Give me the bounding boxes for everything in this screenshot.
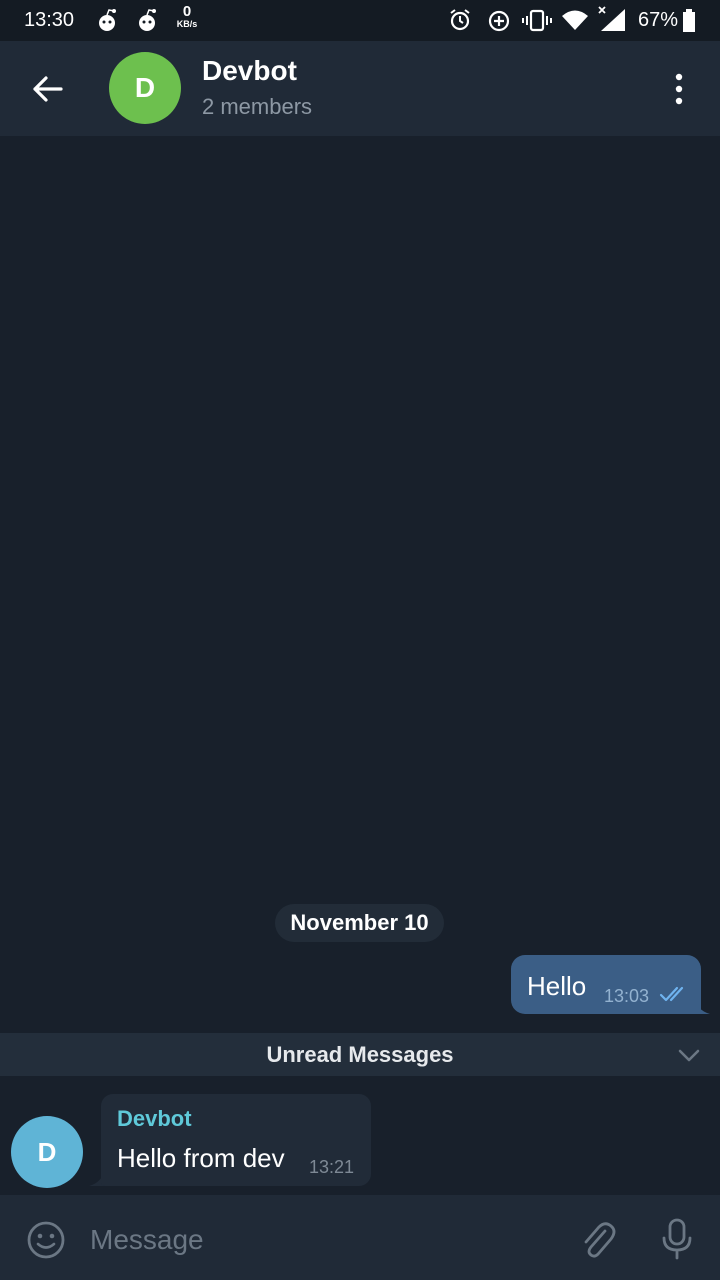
message-time: 13:03: [604, 986, 650, 1006]
unread-messages-divider: Unread Messages: [0, 1033, 720, 1076]
date-separator: November 10: [275, 904, 444, 942]
bubble-tail: [694, 996, 710, 1014]
back-button[interactable]: [28, 69, 68, 109]
voice-message-button[interactable]: [657, 1217, 697, 1261]
sender-avatar[interactable]: D: [11, 1116, 83, 1188]
chat-avatar[interactable]: D: [109, 52, 181, 124]
wifi-icon: [562, 10, 588, 30]
sender-name[interactable]: Devbot: [117, 1106, 192, 1132]
microphone-icon: [662, 1218, 692, 1260]
message-text: Hello: [527, 971, 587, 1001]
paperclip-icon: [584, 1222, 616, 1258]
network-speed-value: 0: [182, 3, 192, 20]
more-options-button[interactable]: [660, 69, 700, 109]
more-vertical-icon: [675, 73, 683, 105]
arrow-back-icon: [33, 76, 63, 102]
double-check-icon: [659, 986, 684, 1002]
chevron-down-icon[interactable]: [676, 1045, 702, 1065]
message-composer: [0, 1195, 720, 1280]
status-bar: 13:30 0 KB/s 67%: [0, 0, 720, 41]
battery-percent: 67%: [638, 9, 679, 31]
incoming-message[interactable]: Devbot Hello from dev 13:21: [101, 1094, 371, 1186]
status-time: 13:30: [24, 9, 75, 31]
message-text: Hello from dev: [117, 1143, 285, 1173]
emoji-icon: [27, 1221, 65, 1259]
emoji-button[interactable]: [25, 1219, 67, 1261]
chat-member-count: 2 members: [202, 94, 313, 119]
reddit-icon: [139, 9, 156, 31]
data-saver-icon: [488, 10, 510, 32]
vibrate-icon: [522, 9, 552, 32]
reddit-icon: [99, 9, 116, 31]
attach-button[interactable]: [577, 1217, 617, 1261]
network-speed: 0 KB/s: [173, 4, 201, 29]
cellular-signal-icon: [598, 6, 625, 31]
network-speed-unit: KB/s: [176, 19, 198, 29]
chat-header: D Devbot 2 members: [0, 41, 720, 136]
outgoing-message[interactable]: Hello 13:03: [511, 955, 701, 1014]
unread-messages-label: Unread Messages: [266, 1042, 454, 1067]
message-time: 13:21: [309, 1157, 355, 1177]
message-input[interactable]: [90, 1217, 550, 1263]
chat-title[interactable]: Devbot: [202, 55, 297, 87]
alarm-icon: [450, 9, 470, 31]
battery-icon: [683, 9, 695, 32]
